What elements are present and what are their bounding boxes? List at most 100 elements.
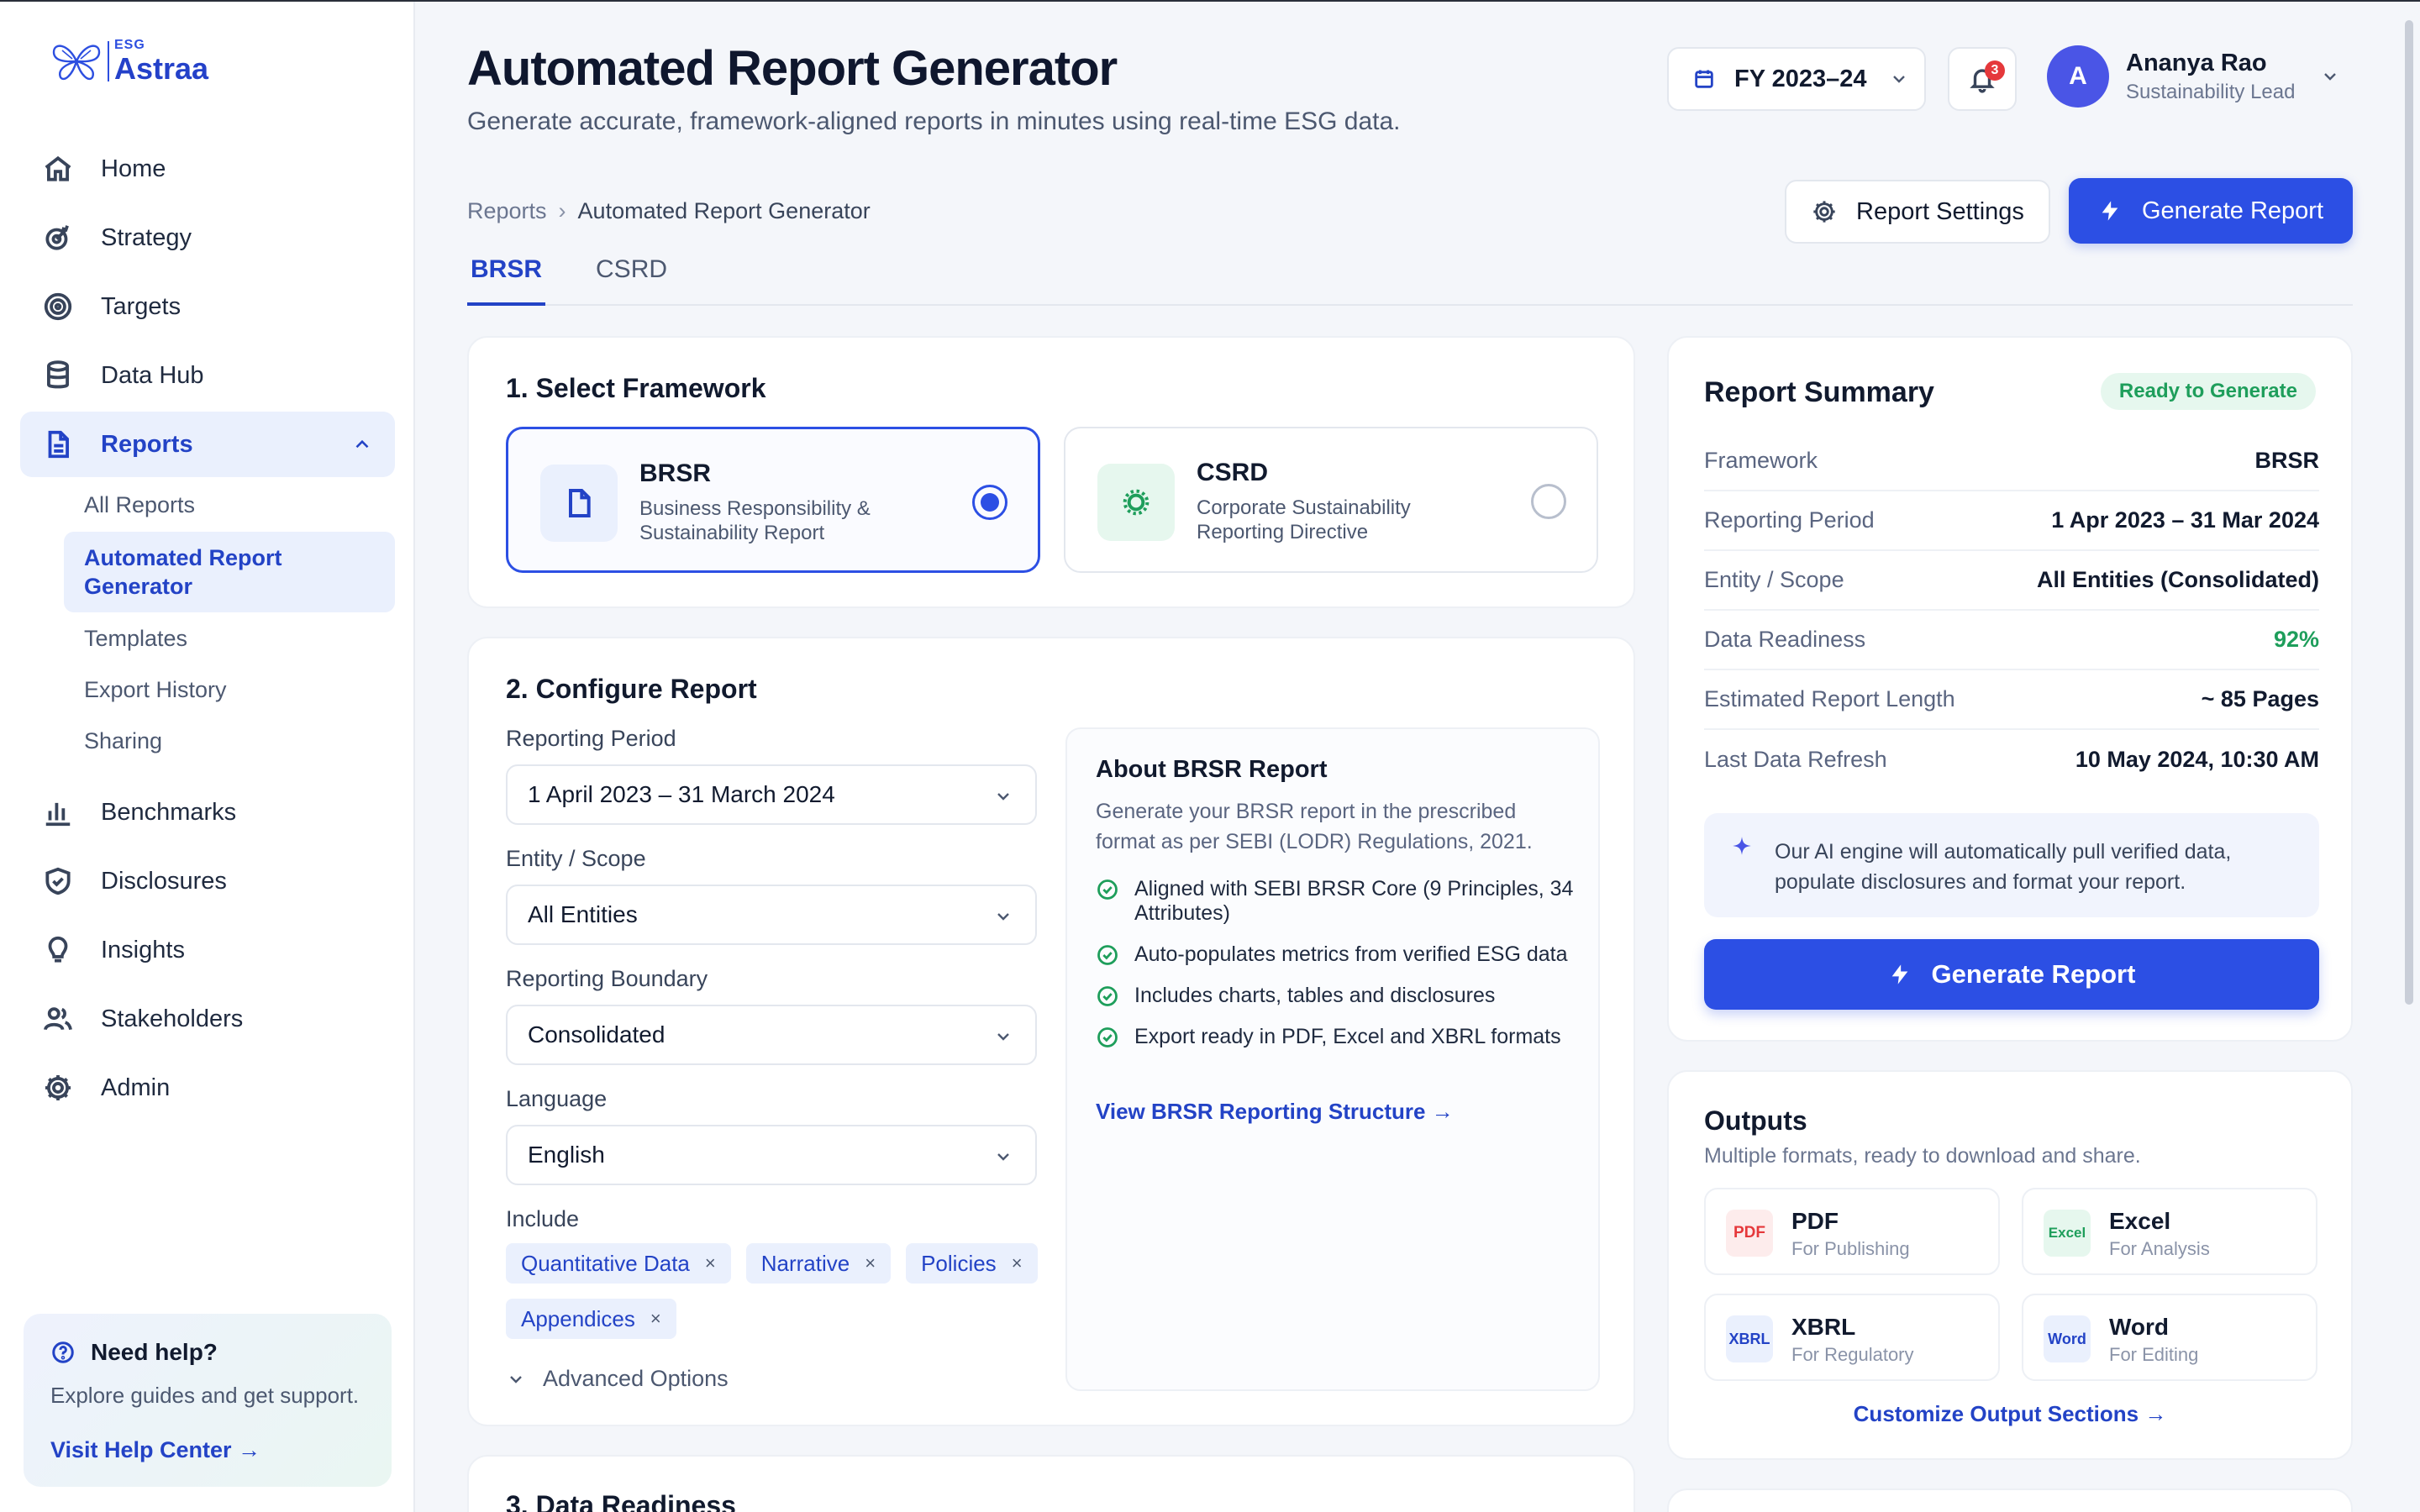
feature-text: Aligned with SEBI BRSR Core (9 Principle… (1134, 877, 1574, 925)
sidebar-item-targets[interactable]: Targets (20, 274, 395, 339)
subnav-item-templates[interactable]: Templates (64, 614, 395, 664)
framework-tabs: BRSR CSRD (467, 249, 2353, 306)
lightning-icon (2102, 201, 2118, 221)
customize-output-sections-link[interactable]: Customize Output Sections → (1669, 1401, 2351, 1427)
chip-remove-icon[interactable]: × (1012, 1252, 1023, 1274)
framework-option-brsr[interactable]: BRSR Business Responsibility & Sustainab… (506, 427, 1040, 573)
chevron-down-icon (997, 793, 1009, 801)
chip-label: Appendices (521, 1305, 635, 1331)
generate-report-header-button[interactable]: Generate Report (2069, 178, 2353, 244)
chevron-down-icon (510, 1375, 522, 1383)
sidebar-item-admin[interactable]: Admin (20, 1055, 395, 1121)
outputs-grid: PDF PDF For Publishing Excel Excel For A… (1704, 1188, 2319, 1381)
database-icon (47, 360, 69, 389)
framework-radio-csrd[interactable] (1531, 484, 1566, 519)
reporting-boundary-value: Consolidated (528, 1021, 666, 1047)
breadcrumb: Reports › Automated Report Generator (467, 198, 871, 224)
framework-name: BRSR (639, 459, 712, 487)
outputs-title: Outputs (1704, 1105, 1807, 1136)
chip-remove-icon[interactable]: × (865, 1252, 876, 1274)
output-name: Excel (2109, 1208, 2171, 1234)
sidebar-item-label: Data Hub (101, 361, 204, 389)
tab-brsr[interactable]: BRSR (467, 249, 546, 306)
sidebar-item-stakeholders[interactable]: Stakeholders (20, 986, 395, 1052)
question-circle-icon (52, 1341, 74, 1363)
report-settings-button[interactable]: Report Settings (1785, 180, 2050, 244)
sidebar-item-label: Insights (101, 936, 185, 963)
sidebar-item-home[interactable]: Home (20, 136, 395, 202)
output-format-word[interactable]: Word Word For Editing (2022, 1294, 2317, 1381)
sidebar-item-benchmarks[interactable]: Benchmarks (20, 780, 395, 845)
subnav-item-automated-report-generator[interactable]: Automated Report Generator (64, 532, 395, 612)
chevron-down-icon (2324, 73, 2337, 81)
summary-key: Entity / Scope (1704, 567, 1844, 592)
reporting-boundary-select[interactable]: Consolidated (506, 1005, 1037, 1065)
summary-value: 1 Apr 2023 – 31 Mar 2024 (2051, 507, 2319, 533)
lightning-icon (1891, 964, 1907, 984)
output-description: For Regulatory (1791, 1344, 1914, 1365)
configure-report-card: 2. Configure Report Reporting Period 1 A… (467, 637, 1635, 1426)
framework-description: Business Responsibility & Sustainability… (639, 497, 871, 544)
select-framework-card: 1. Select Framework BRSR Business Respon… (467, 336, 1635, 608)
chevron-up-icon[interactable] (351, 433, 373, 455)
output-format-xbrl[interactable]: XBRL XBRL For Regulatory (1704, 1294, 2000, 1381)
entity-scope-select[interactable]: All Entities (506, 885, 1037, 945)
report-summary-card: Report Summary Ready to Generate Framewo… (1667, 336, 2353, 1042)
breadcrumb-root[interactable]: Reports (467, 198, 547, 224)
subnav-item-sharing[interactable]: Sharing (64, 717, 395, 766)
document-icon (569, 489, 591, 517)
xbrl-file-icon: XBRL (1726, 1315, 1773, 1362)
output-name: PDF (1791, 1208, 1839, 1234)
language-select[interactable]: English (506, 1125, 1037, 1185)
view-reporting-structure-link[interactable]: View BRSR Reporting Structure → (1096, 1099, 1454, 1125)
pdf-file-icon: PDF (1726, 1210, 1773, 1257)
feature-text: Export ready in PDF, Excel and XBRL form… (1134, 1025, 1561, 1048)
notifications-button[interactable]: 3 (1948, 47, 2017, 111)
user-menu[interactable]: A Ananya Rao Sustainability Lead (2047, 45, 2340, 108)
ai-engine-note: Our AI engine will automatically pull ve… (1704, 813, 2319, 917)
summary-row: Estimated Report Length ~ 85 Pages (1704, 670, 2319, 730)
reporting-period-label: Reporting Period (506, 726, 676, 751)
reporting-period-select[interactable]: 1 April 2023 – 31 March 2024 (506, 764, 1037, 825)
sidebar-item-label: Strategy (101, 223, 192, 251)
reporting-boundary-label: Reporting Boundary (506, 966, 708, 991)
help-card: Need help? Explore guides and get suppor… (24, 1314, 392, 1487)
sidebar-item-data-hub[interactable]: Data Hub (20, 343, 395, 408)
chip-remove-icon[interactable]: × (705, 1252, 716, 1274)
scrollbar[interactable] (2405, 20, 2413, 1005)
generate-report-button[interactable]: Generate Report (1704, 939, 2319, 1010)
sidebar-item-reports[interactable]: Reports (20, 412, 395, 477)
sidebar-item-insights[interactable]: Insights (20, 917, 395, 983)
data-readiness-card: 3. Data Readiness (467, 1455, 1635, 1512)
about-report-panel: About BRSR Report Generate your BRSR rep… (1065, 727, 1600, 1391)
outputs-subtitle: Multiple formats, ready to download and … (1704, 1144, 2141, 1168)
sidebar: ESG Astraa Home Strategy Targets Data Hu… (0, 2, 415, 1512)
tab-csrd[interactable]: CSRD (592, 249, 671, 306)
chip-remove-icon[interactable]: × (650, 1308, 661, 1330)
check-circle-icon (1097, 986, 1118, 1006)
main-nav: Home Strategy Targets Data Hub Reports A… (20, 136, 395, 1124)
list-item: Auto-populates metrics from verified ESG… (1096, 942, 1583, 967)
summary-row: Last Data Refresh 10 May 2024, 10:30 AM (1704, 730, 2319, 790)
output-format-excel[interactable]: Excel Excel For Analysis (2022, 1188, 2317, 1275)
framework-option-csrd[interactable]: CSRD Corporate Sustainability Reporting … (1064, 427, 1598, 573)
framework-icon (540, 465, 618, 542)
brand-logo[interactable]: ESG Astraa (50, 39, 208, 84)
users-icon (44, 1007, 72, 1031)
output-format-pdf[interactable]: PDF PDF For Publishing (1704, 1188, 2000, 1275)
sidebar-item-disclosures[interactable]: Disclosures (20, 848, 395, 914)
sidebar-item-strategy[interactable]: Strategy (20, 205, 395, 270)
summary-row: Framework BRSR (1704, 432, 2319, 491)
advanced-options-toggle[interactable]: Advanced Options (506, 1366, 729, 1392)
subnav-item-export-history[interactable]: Export History (64, 665, 395, 715)
fiscal-year-selector[interactable]: FY 2023–24 (1667, 47, 1926, 111)
lightbulb-icon (48, 936, 68, 963)
summary-key: Estimated Report Length (1704, 686, 1955, 711)
summary-title: Report Summary (1704, 376, 1934, 408)
subnav-item-all-reports[interactable]: All Reports (64, 480, 395, 530)
feature-text: Includes charts, tables and disclosures (1134, 984, 1496, 1007)
help-center-link[interactable]: Visit Help Center → (50, 1437, 365, 1463)
page-title: Automated Report Generator (467, 41, 1118, 96)
include-chip: Policies × (906, 1243, 1038, 1284)
framework-radio-brsr[interactable] (972, 485, 1007, 520)
